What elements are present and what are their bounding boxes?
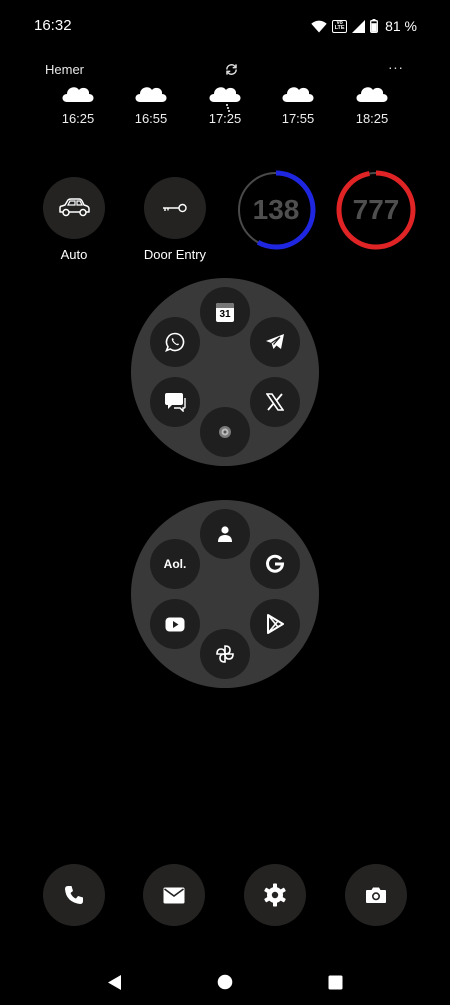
battery-icon (370, 19, 379, 33)
pinwheel-app-button[interactable] (200, 629, 250, 679)
x-app-button[interactable] (250, 377, 300, 427)
forecast-time: 16:55 (134, 111, 168, 126)
contacts-icon (218, 526, 232, 542)
auto-shortcut-button[interactable] (43, 177, 105, 239)
aol-icon: Aol. (163, 557, 187, 571)
forecast-time: 17:25 (208, 111, 242, 126)
cloud-icon (62, 87, 94, 102)
whatsapp-icon (165, 332, 185, 352)
google-app-button[interactable] (250, 539, 300, 589)
nav-home-button[interactable] (213, 970, 237, 994)
cloud-drizzle-icon (209, 87, 241, 112)
cloud-icon (282, 87, 314, 102)
door-entry-shortcut-label: Door Entry (143, 247, 207, 262)
x-logo-icon (266, 393, 284, 411)
calendar-icon: 31 (216, 302, 234, 322)
blue-counter-widget[interactable]: 138 (236, 170, 316, 250)
recents-icon (328, 975, 342, 989)
camera-icon (366, 887, 386, 903)
key-icon (163, 203, 187, 213)
weather-location: Hemer (45, 62, 85, 77)
pinwheel-icon (216, 645, 234, 663)
youtube-app-button[interactable] (150, 599, 200, 649)
contacts-app-button[interactable] (200, 509, 250, 559)
play-store-icon (267, 614, 284, 634)
forecast-slot: 16:25 (48, 83, 108, 126)
counter-value: 777 (352, 194, 400, 225)
forecast-slot: 17:55 (268, 83, 328, 126)
battery-level: 81 % (385, 18, 417, 34)
home-icon (217, 974, 233, 990)
refresh-icon[interactable] (224, 62, 239, 77)
messages-app-button[interactable] (150, 377, 200, 427)
calendar-date: 31 (219, 308, 231, 320)
status-icons: Vo LTE 81 % (311, 16, 417, 36)
nav-back-button[interactable] (102, 970, 126, 994)
volte-icon: Vo LTE (332, 19, 348, 33)
forecast-slot: 18:25 (342, 83, 402, 126)
app-folder-google[interactable]: Aol. (131, 500, 319, 688)
red-counter-widget[interactable]: 777 (336, 170, 416, 250)
camera-lens-app-button[interactable] (200, 407, 250, 457)
more-options-icon[interactable]: ··· (388, 59, 404, 75)
counter-value: 138 (252, 194, 300, 225)
forecast-time: 17:55 (281, 111, 315, 126)
calendar-app-button[interactable]: 31 (200, 287, 250, 337)
play-store-app-button[interactable] (250, 599, 300, 649)
camera-dock-button[interactable] (345, 864, 407, 926)
forecast-slot: 16:55 (121, 83, 181, 126)
weather-widget[interactable]: Hemer ··· 16:25 16:55 17:25 17:55 18:25 (0, 55, 450, 140)
telegram-icon (266, 334, 284, 349)
gear-icon (264, 883, 286, 907)
forecast-time: 16:25 (61, 111, 95, 126)
phone-dock-button[interactable] (43, 864, 105, 926)
wifi-icon (311, 20, 327, 32)
chat-bubble-icon (165, 393, 186, 412)
mail-dock-button[interactable] (143, 864, 205, 926)
status-time: 16:32 (34, 17, 72, 34)
forecast-time: 18:25 (355, 111, 389, 126)
cloud-icon (356, 87, 388, 102)
auto-shortcut-label: Auto (60, 247, 88, 262)
google-icon (266, 554, 285, 573)
door-entry-shortcut-button[interactable] (144, 177, 206, 239)
phone-icon (65, 886, 83, 904)
camera-lens-icon (219, 426, 231, 438)
whatsapp-app-button[interactable] (150, 317, 200, 367)
car-icon (59, 198, 90, 217)
aol-app-button[interactable]: Aol. (150, 539, 200, 589)
youtube-icon (165, 617, 185, 631)
settings-dock-button[interactable] (244, 864, 306, 926)
app-folder-social[interactable]: 31 (131, 278, 319, 466)
nav-recents-button[interactable] (323, 970, 347, 994)
telegram-app-button[interactable] (250, 317, 300, 367)
status-bar: 16:32 Vo LTE 81 % (0, 0, 450, 52)
forecast-slot: 17:25 (195, 83, 255, 126)
cloud-icon (135, 87, 167, 102)
signal-icon (352, 19, 366, 33)
back-icon (107, 974, 121, 990)
mail-icon (163, 887, 185, 903)
